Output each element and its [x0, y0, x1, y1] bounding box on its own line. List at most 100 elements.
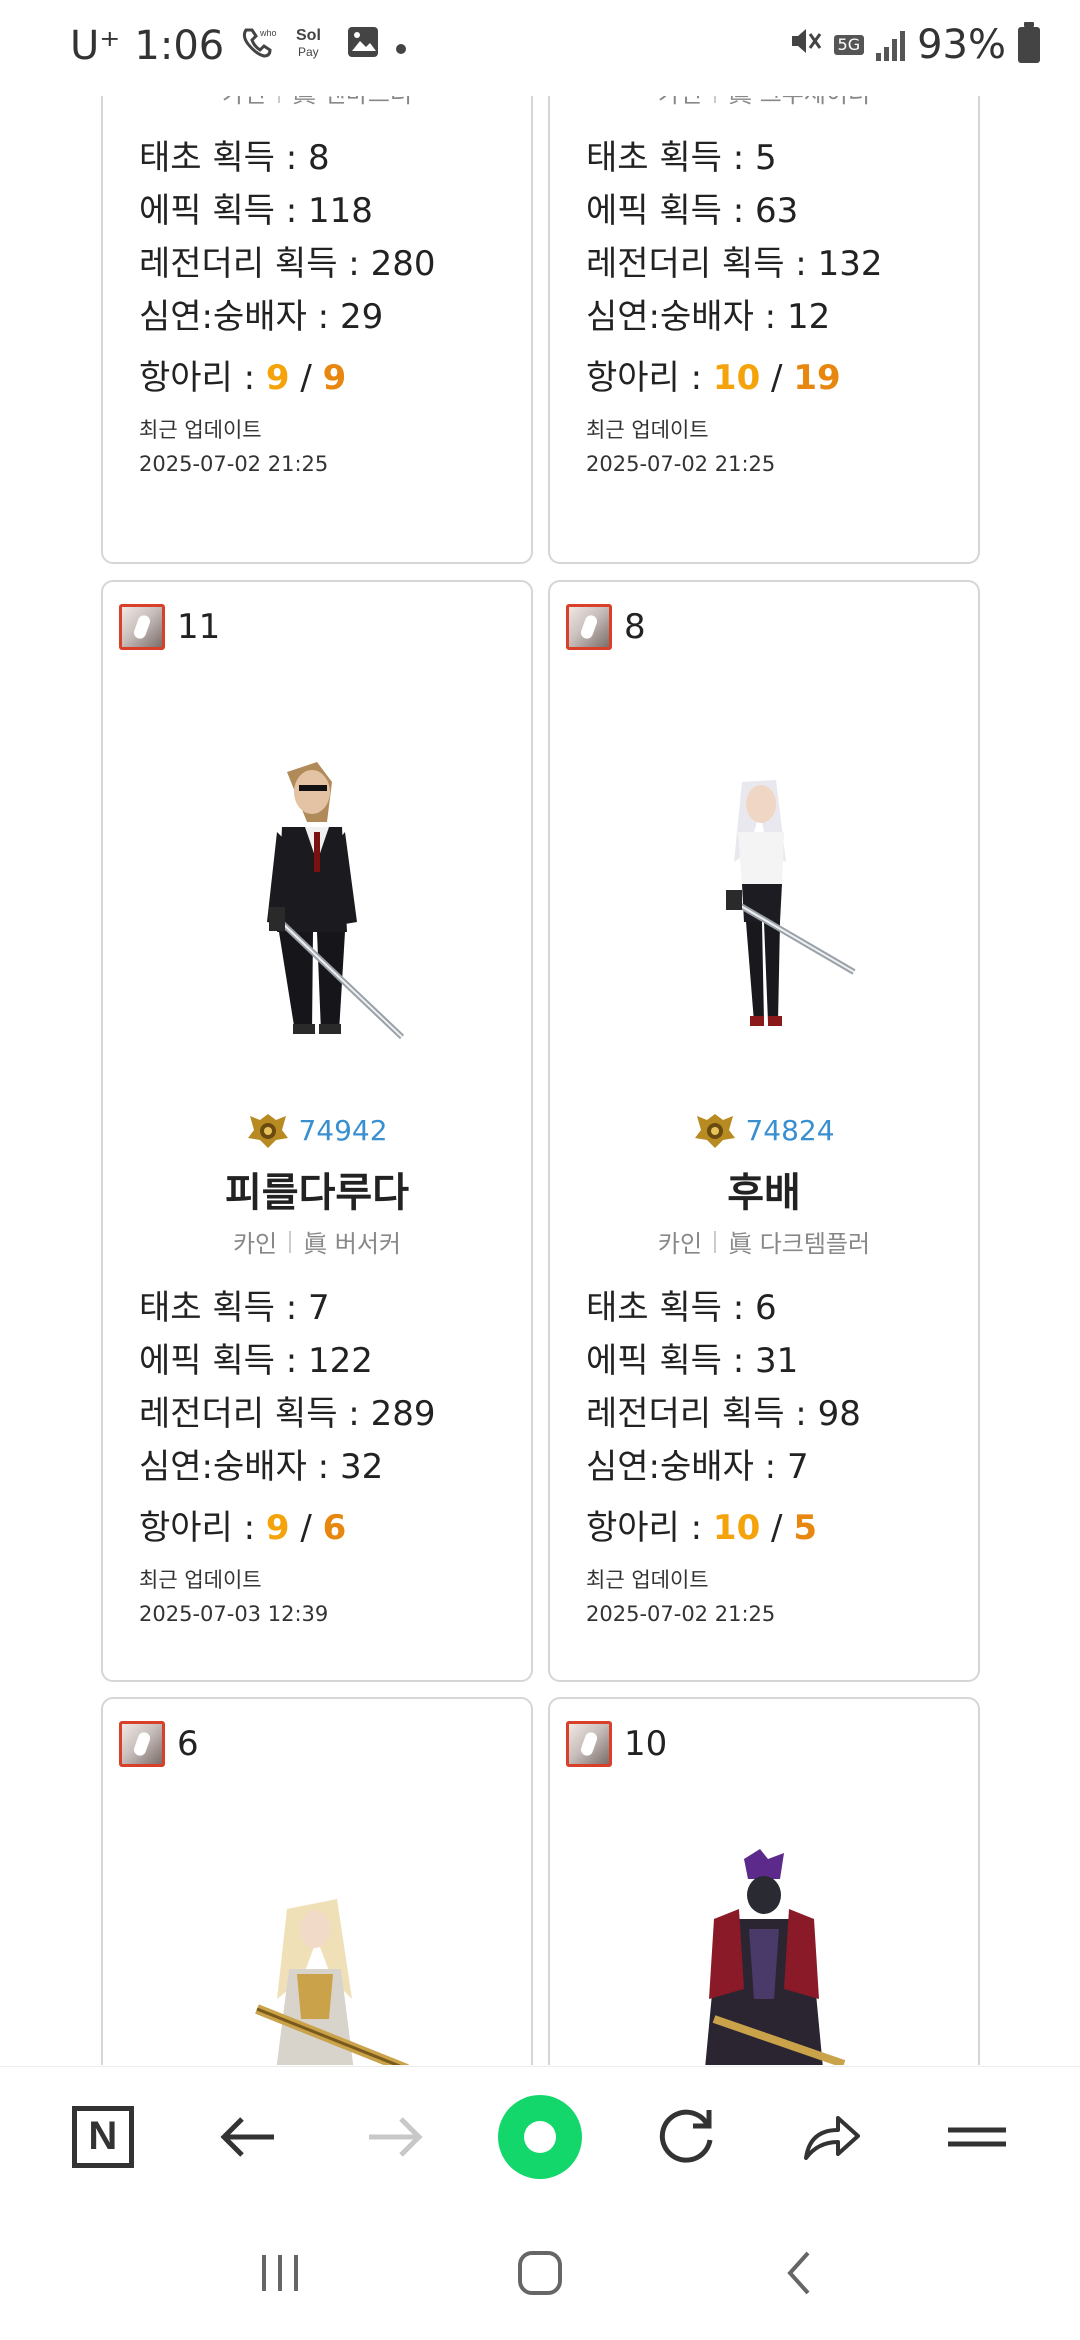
- rank-number: 11: [177, 607, 221, 647]
- svg-text:Sol: Sol: [296, 27, 321, 44]
- job-label: 眞 다크템플러: [728, 1230, 871, 1258]
- gallery-icon: [346, 25, 380, 67]
- card-header: 8: [566, 604, 646, 650]
- dot-icon: [394, 29, 408, 64]
- stats-block: 태초 획득 : 5 에픽 획득 : 63 레전더리 획득 : 132 심연:숭배…: [586, 132, 882, 481]
- character-sprite: [217, 752, 417, 1042]
- class-line: 카인 眞 버서커: [103, 1224, 531, 1259]
- share-button[interactable]: [786, 2092, 876, 2182]
- rank-number: 8: [624, 607, 646, 647]
- stat-abyss: 심연:숭배자 : 32: [139, 1447, 384, 1487]
- character-card[interactable]: 8 74824 후배 카인 眞 다크템플러 태초 획득: 6 에픽 획득: …: [548, 580, 980, 1682]
- svg-text:who: who: [259, 28, 277, 38]
- mute-icon: [788, 24, 822, 66]
- character-card[interactable]: 10: [548, 1697, 980, 2065]
- guild-label: 카인: [657, 1230, 703, 1258]
- green-dot-button[interactable]: [495, 2092, 585, 2182]
- who-who-icon: who: [238, 22, 278, 70]
- job-label: 眞 버서커: [303, 1230, 402, 1258]
- character-sprite: [217, 1879, 417, 2065]
- update-info: 최근 업데이트 2025-07-02 21:25: [586, 1568, 776, 1626]
- job-icon: [566, 1721, 612, 1767]
- refresh-button[interactable]: [641, 2092, 731, 2182]
- stat-hangari: 항아리 : 9 / 6: [139, 1508, 347, 1548]
- card-header: 11: [119, 604, 220, 650]
- fame-row: 74942: [103, 1110, 531, 1150]
- card-header: 6: [119, 1721, 199, 1767]
- home-icon: [518, 2251, 562, 2295]
- character-name: 후배: [727, 1170, 801, 1216]
- back-icon: [787, 2251, 810, 2295]
- back-button[interactable]: [204, 2092, 294, 2182]
- stat-hangari: 항아리 : 9 / 9: [139, 358, 347, 398]
- back-arrow-icon: [220, 2116, 274, 2157]
- stat-epic: 에픽 획득 : 31: [586, 1341, 799, 1381]
- rank-number: 6: [177, 1724, 199, 1764]
- svg-text:Pay: Pay: [298, 45, 319, 59]
- stat-legendary: 레전더리 획득 : 132: [586, 244, 883, 284]
- back-nav-button[interactable]: [760, 2233, 840, 2313]
- stat-hangari: 항아리 : 10 / 19: [586, 358, 841, 398]
- stat-taecho: 태초 획득 : 8: [139, 138, 330, 178]
- card-header: 10: [566, 1721, 667, 1767]
- browser-toolbar: N: [0, 2066, 1080, 2206]
- job-icon: [119, 1721, 165, 1767]
- update-info: 최근 업데이트 2025-07-03 12:39: [139, 1568, 329, 1626]
- forward-arrow-icon: [369, 2116, 423, 2157]
- divider: [289, 1230, 292, 1253]
- carrier-label: U⁺: [70, 23, 121, 69]
- stat-hangari: 항아리 : 10 / 5: [586, 1508, 817, 1548]
- stat-epic: 에픽 획득 : 118: [139, 191, 373, 231]
- character-sprite: [664, 1849, 864, 2065]
- system-nav-bar: [0, 2206, 1080, 2340]
- character-name: 피를다루다: [225, 1170, 409, 1216]
- stat-legendary: 레전더리 획득 : 98: [586, 1394, 861, 1434]
- recent-apps-icon: [262, 2255, 298, 2291]
- naver-home-icon: N: [71, 2105, 134, 2168]
- guild-label: 카인: [232, 1230, 278, 1258]
- recent-apps-button[interactable]: [240, 2233, 320, 2313]
- stat-abyss: 심연:숭배자 : 7: [586, 1447, 809, 1487]
- refresh-icon: [659, 2109, 713, 2163]
- share-icon: [804, 2115, 861, 2160]
- stat-taecho: 태초 획득 : 5: [586, 138, 777, 178]
- character-card[interactable]: 11 74942 피를다루다 카인 眞 버서커 태초 획득: 7 에픽 획득 …: [101, 580, 533, 1682]
- battery-percent: 93%: [917, 22, 1006, 68]
- divider: [714, 1230, 717, 1253]
- status-left: U⁺ 1:06 who Sol Pay: [70, 22, 408, 70]
- home-button[interactable]: [500, 2233, 580, 2313]
- stats-block: 태초 획득 : 7 에픽 획득 : 122 레전더리 획득 : 289 심연:숭…: [139, 1282, 435, 1631]
- stat-abyss: 심연:숭배자 : 29: [139, 297, 384, 337]
- stat-epic: 에픽 획득 : 63: [586, 191, 799, 231]
- stat-legendary: 레전더리 획득 : 289: [139, 1394, 436, 1434]
- rank-number: 10: [624, 1724, 668, 1764]
- signal-icon: [876, 29, 906, 61]
- battery-icon: [1018, 22, 1040, 63]
- network-5g-icon: 5G: [833, 35, 865, 55]
- stat-abyss: 심연:숭배자 : 12: [586, 297, 831, 337]
- fame-value: 74824: [745, 1113, 835, 1147]
- forward-button[interactable]: [349, 2092, 439, 2182]
- menu-icon: [948, 2127, 1007, 2146]
- fame-row: 74824: [550, 1110, 978, 1150]
- character-sprite: [664, 772, 864, 1042]
- status-bar: U⁺ 1:06 who Sol Pay 5G 93%: [0, 0, 1080, 96]
- stats-block: 태초 획득 : 6 에픽 획득 : 31 레전더리 획득 : 98 심연:숭배자…: [586, 1282, 861, 1631]
- ranking-list: 카인 眞 넨마스터 태초 획득 : 8 에픽 획득 : 118 레전더리 획득 …: [0, 0, 1080, 2065]
- naver-home-button[interactable]: N: [58, 2092, 148, 2182]
- job-icon: [119, 604, 165, 650]
- clock: 1:06: [134, 23, 225, 69]
- green-dot-icon: [497, 2094, 582, 2179]
- crest-icon: [246, 1110, 290, 1150]
- update-info: 최근 업데이트 2025-07-02 21:25: [139, 418, 329, 476]
- class-line: 카인 眞 다크템플러: [550, 1224, 978, 1259]
- sol-pay-icon: Sol Pay: [292, 22, 332, 70]
- status-right: 5G 93%: [788, 22, 1040, 68]
- stat-legendary: 레전더리 획득 : 280: [139, 244, 436, 284]
- stats-block: 태초 획득 : 8 에픽 획득 : 118 레전더리 획득 : 280 심연:숭…: [139, 132, 435, 481]
- stat-taecho: 태초 획득 : 6: [586, 1288, 777, 1328]
- character-card[interactable]: 6: [101, 1697, 533, 2065]
- crest-icon: [693, 1110, 737, 1150]
- job-icon: [566, 604, 612, 650]
- menu-button[interactable]: [932, 2092, 1022, 2182]
